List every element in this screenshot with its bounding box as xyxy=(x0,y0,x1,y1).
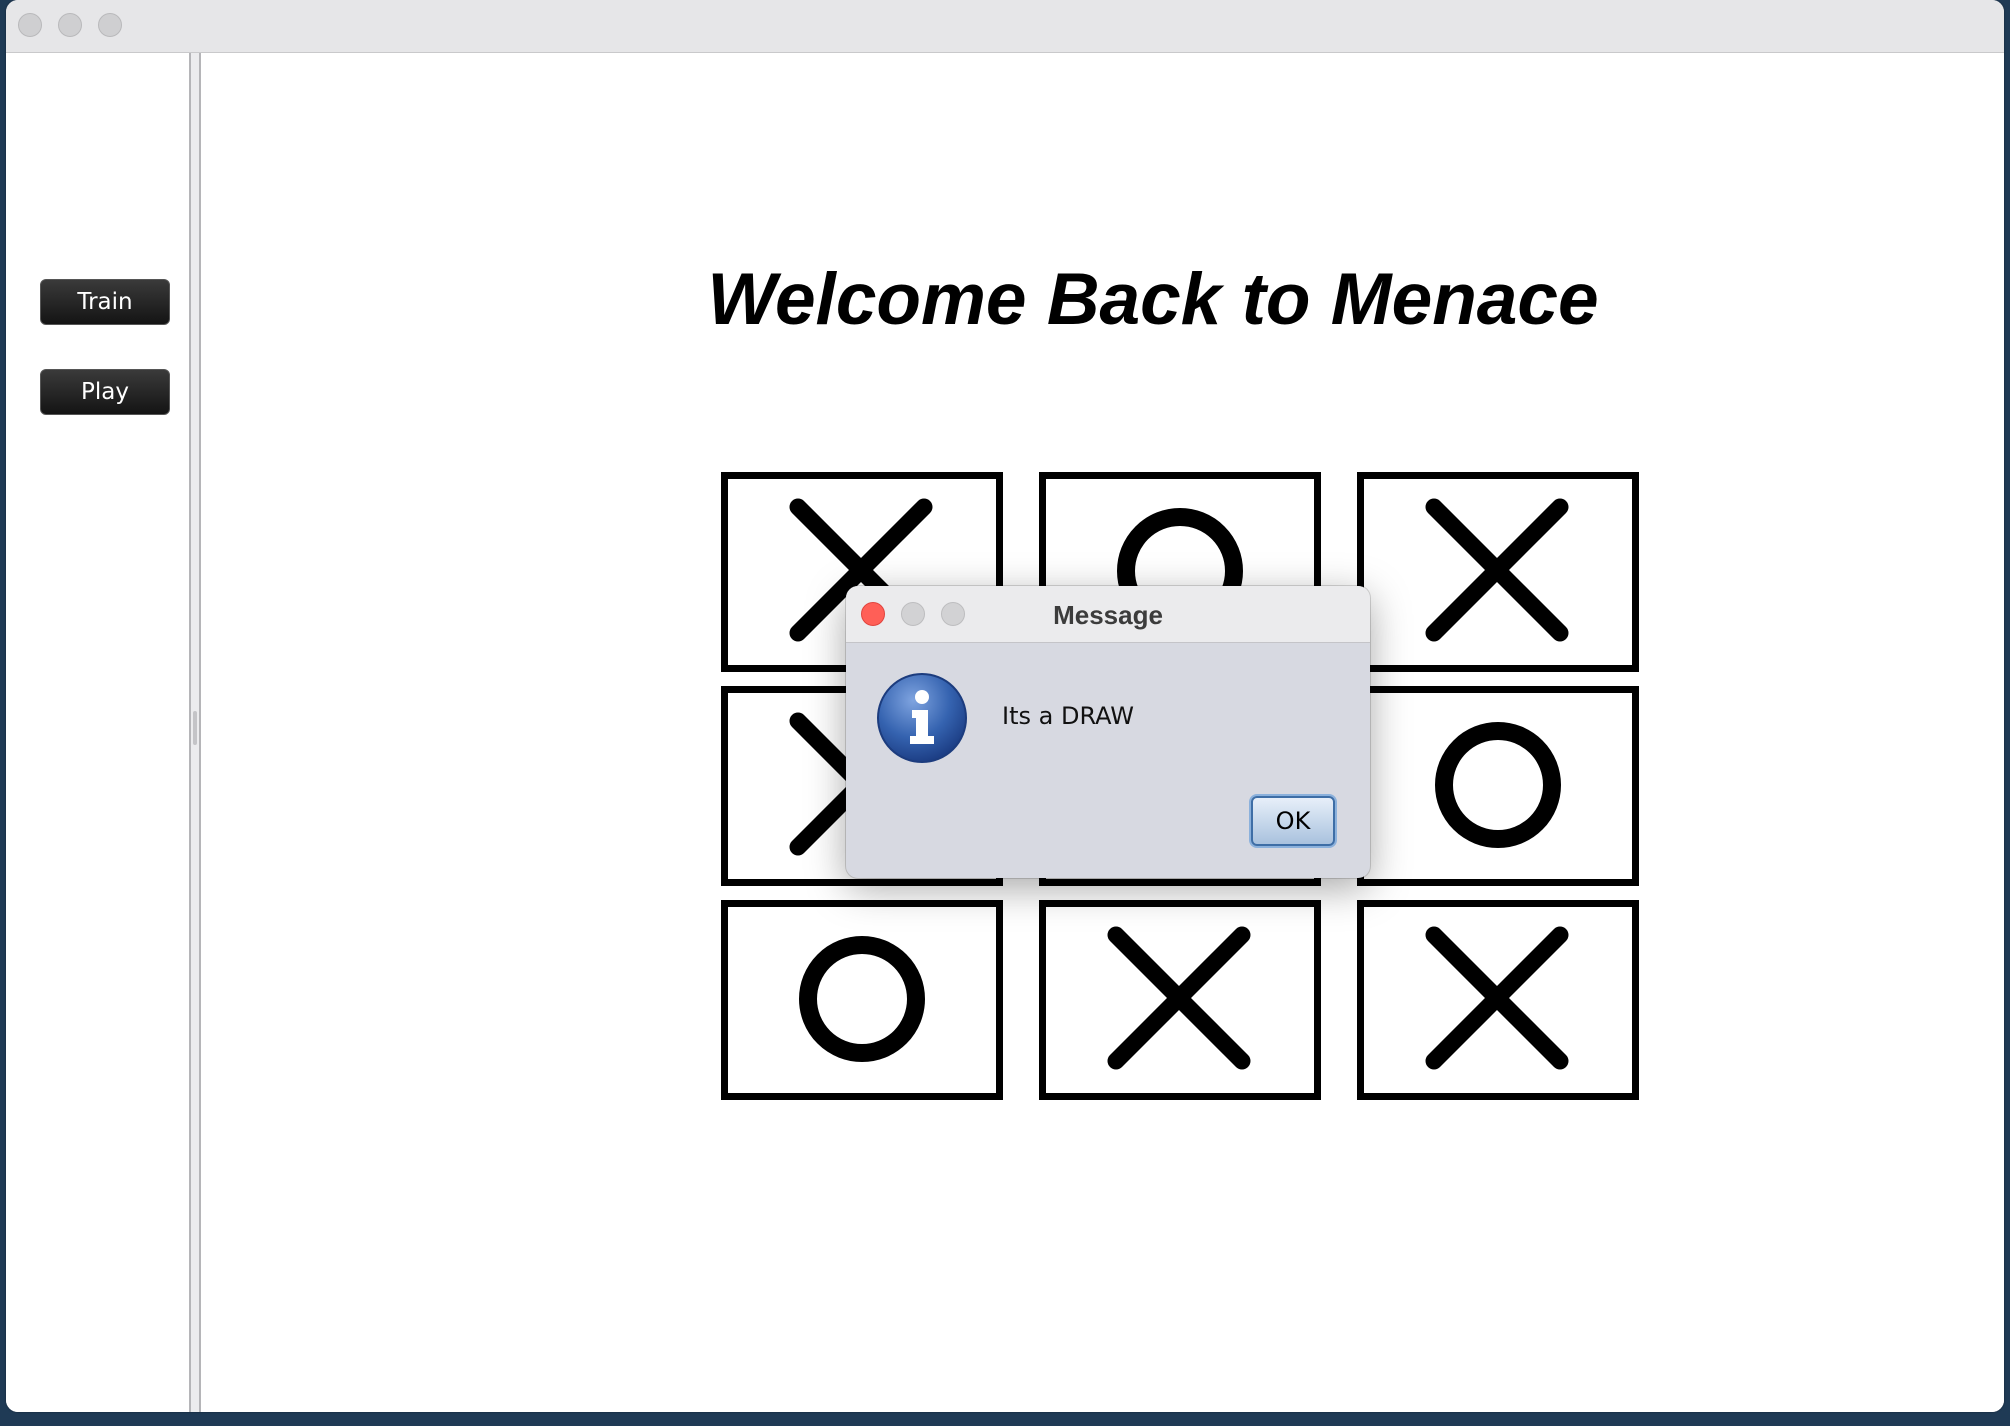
dialog-titlebar: Message xyxy=(846,586,1370,643)
board-cell-3[interactable] xyxy=(1357,472,1639,672)
board-cell-7[interactable] xyxy=(721,900,1003,1100)
board-cell-9[interactable] xyxy=(1357,900,1639,1100)
window-titlebar xyxy=(6,0,2004,53)
x-mark-icon xyxy=(1425,926,1569,1070)
info-icon xyxy=(876,672,968,764)
split-pane-divider[interactable] xyxy=(189,53,201,1412)
board-cell-6[interactable] xyxy=(1357,686,1639,886)
window-minimize-button[interactable] xyxy=(58,13,82,37)
window-zoom-button[interactable] xyxy=(98,13,122,37)
o-mark-icon xyxy=(1435,722,1561,848)
message-dialog: Message Its a DRAW OK xyxy=(846,586,1370,878)
x-mark-icon xyxy=(1107,926,1251,1070)
x-mark-icon xyxy=(1425,498,1569,642)
dialog-title: Message xyxy=(1053,600,1163,630)
ok-button[interactable]: OK xyxy=(1251,796,1335,846)
page-title: Welcome Back to Menace xyxy=(707,259,1599,340)
dialog-message: Its a DRAW xyxy=(1002,702,1134,730)
app-window: Train Play Welcome Back to Menace Messag… xyxy=(6,0,2004,1412)
play-button[interactable]: Play xyxy=(40,369,170,415)
window-close-button[interactable] xyxy=(18,13,42,37)
divider-grip-handle[interactable] xyxy=(193,711,197,745)
o-mark-icon xyxy=(799,936,925,1062)
sidebar: Train Play xyxy=(6,53,189,1412)
train-button[interactable]: Train xyxy=(40,279,170,325)
board-cell-8[interactable] xyxy=(1039,900,1321,1100)
